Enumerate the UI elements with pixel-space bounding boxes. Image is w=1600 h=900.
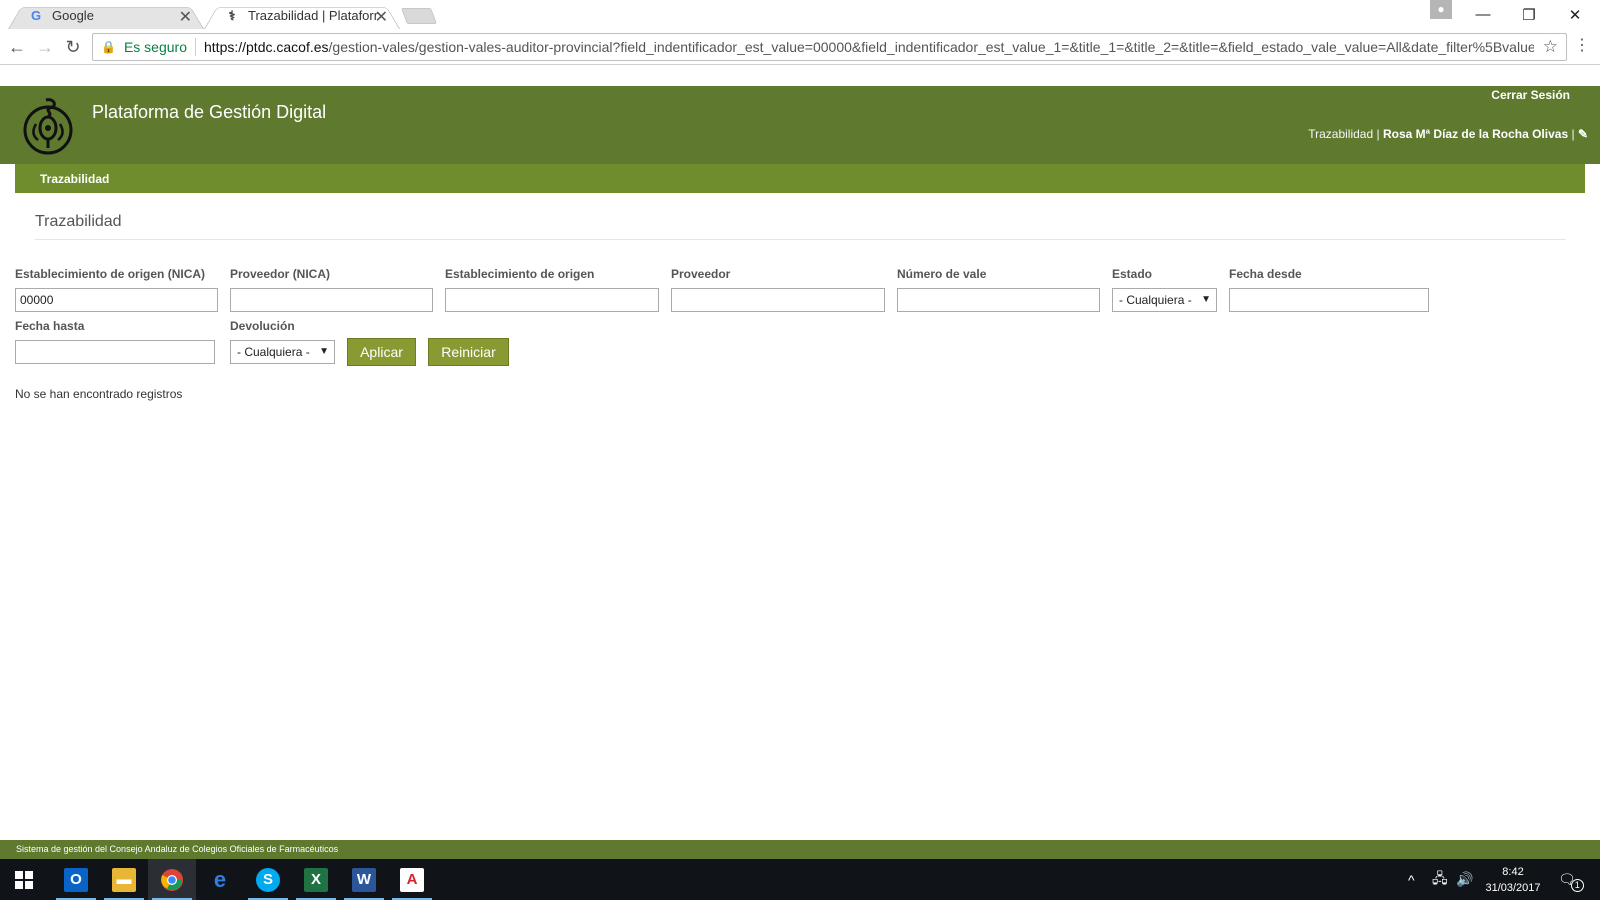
- browser-toolbar: ← → ↻ 🔒 Es seguro https://ptdc.cacof.es/…: [0, 29, 1600, 65]
- close-tab-icon[interactable]: ✕: [179, 7, 192, 27]
- proveedor-nica-input[interactable]: [230, 288, 433, 312]
- main-nav: Trazabilidad: [15, 164, 1585, 193]
- network-icon[interactable]: 🖧: [1432, 859, 1448, 900]
- label-proveedor-nica: Proveedor (NICA): [230, 267, 331, 281]
- close-window-button[interactable]: ✕: [1552, 0, 1598, 29]
- profile-icon[interactable]: ●: [1430, 0, 1452, 19]
- dropdown-caret-icon: ▼: [319, 346, 329, 357]
- word-icon: W: [352, 867, 376, 892]
- taskbar-word[interactable]: W: [340, 859, 388, 900]
- outlook-icon: O: [64, 867, 88, 892]
- label-numero-vale: Número de vale: [897, 267, 987, 281]
- windows-taskbar: O ▬ e S X W A ^ 🖧 🔊 8:42 31/03/2017 🗨 1: [0, 859, 1600, 900]
- apply-button[interactable]: Aplicar: [347, 338, 416, 366]
- divider: [35, 239, 1566, 240]
- taskbar-acrobat[interactable]: A: [388, 859, 436, 900]
- estado-select[interactable]: - Cualquiera - ▼: [1112, 288, 1217, 312]
- label-estado: Estado: [1112, 267, 1153, 281]
- establecimiento-nica-input[interactable]: 00000: [15, 288, 218, 312]
- footer-text: Sistema de gestión del Consejo Andaluz d…: [16, 844, 339, 854]
- label-establecimiento: Establecimiento de origen: [445, 267, 595, 281]
- notification-badge: 1: [1570, 879, 1584, 892]
- volume-icon[interactable]: 🔊: [1456, 859, 1473, 900]
- system-clock[interactable]: 8:42 31/03/2017: [1478, 864, 1548, 896]
- user-section-link[interactable]: Trazabilidad: [1308, 127, 1373, 141]
- show-hidden-icons-icon[interactable]: ^: [1408, 859, 1415, 900]
- label-establecimiento-nica: Establecimiento de origen (NICA): [15, 267, 206, 281]
- edge-icon: e: [213, 866, 227, 892]
- url-text[interactable]: https://ptdc.cacof.es/gestion-vales/gest…: [204, 39, 1534, 55]
- bookmark-star-icon[interactable]: ☆: [1543, 37, 1558, 57]
- logout-link[interactable]: Cerrar Sesión: [1491, 88, 1570, 102]
- user-name[interactable]: Rosa Mª Díaz de la Rocha Olivas: [1383, 127, 1568, 141]
- taskbar-chrome[interactable]: [148, 859, 196, 900]
- chrome-icon: [161, 868, 183, 891]
- numero-vale-input[interactable]: [897, 288, 1100, 312]
- label-proveedor: Proveedor: [671, 267, 731, 281]
- taskbar-skype[interactable]: S: [244, 859, 292, 900]
- secure-label: Es seguro: [123, 39, 187, 55]
- site-title[interactable]: Plataforma de Gestión Digital: [92, 102, 326, 123]
- back-button[interactable]: ←: [6, 36, 28, 58]
- lock-icon: 🔒: [101, 40, 116, 54]
- label-fecha-desde: Fecha desde: [1229, 267, 1302, 281]
- fecha-hasta-input[interactable]: [15, 340, 215, 364]
- nav-item-trazabilidad[interactable]: Trazabilidad: [40, 172, 109, 186]
- site-footer: Sistema de gestión del Consejo Andaluz d…: [0, 840, 1600, 859]
- devolucion-select[interactable]: - Cualquiera - ▼: [230, 340, 335, 364]
- skype-icon: S: [256, 867, 280, 892]
- restore-button[interactable]: ❐: [1506, 0, 1552, 29]
- start-button[interactable]: [0, 859, 48, 900]
- tab-trazabilidad[interactable]: ⚕ Trazabilidad | Plataforma ✕: [204, 2, 400, 29]
- proveedor-input[interactable]: [671, 288, 885, 312]
- tab-google[interactable]: G Google ✕: [8, 2, 204, 29]
- new-tab-button[interactable]: [401, 8, 437, 24]
- close-tab-icon[interactable]: ✕: [375, 7, 388, 27]
- page-title: Trazabilidad: [35, 213, 122, 230]
- label-devolucion: Devolución: [230, 319, 295, 333]
- label-fecha-hasta: Fecha hasta: [15, 319, 85, 333]
- pharmacy-logo-icon[interactable]: [20, 94, 76, 156]
- pharmacy-logo-icon: ⚕: [228, 7, 236, 23]
- folder-icon: ▬: [112, 867, 136, 892]
- taskbar-file-explorer[interactable]: ▬: [100, 859, 148, 900]
- acrobat-icon: A: [400, 867, 424, 892]
- google-g-icon: G: [30, 8, 42, 23]
- action-center-icon[interactable]: 🗨 1: [1558, 859, 1584, 900]
- dropdown-caret-icon: ▼: [1201, 294, 1211, 305]
- taskbar-edge[interactable]: e: [196, 859, 244, 900]
- taskbar-excel[interactable]: X: [292, 859, 340, 900]
- no-results-message: No se han encontrado registros: [15, 387, 183, 401]
- address-bar[interactable]: 🔒 Es seguro https://ptdc.cacof.es/gestio…: [92, 33, 1567, 61]
- excel-icon: X: [304, 867, 328, 892]
- site-header: Plataforma de Gestión Digital Cerrar Ses…: [0, 86, 1600, 164]
- forward-button[interactable]: →: [34, 36, 56, 58]
- establecimiento-input[interactable]: [445, 288, 659, 312]
- reload-button[interactable]: ↻: [62, 36, 84, 58]
- taskbar-outlook[interactable]: O: [52, 859, 100, 900]
- reset-button[interactable]: Reiniciar: [428, 338, 509, 366]
- browser-menu-icon[interactable]: ⋮: [1574, 35, 1590, 55]
- browser-tab-bar: G Google ✕ ⚕ Trazabilidad | Plataforma ✕…: [0, 0, 1600, 29]
- edit-profile-icon[interactable]: ✎: [1578, 127, 1588, 141]
- user-info: Trazabilidad | Rosa Mª Díaz de la Rocha …: [1308, 127, 1588, 141]
- fecha-desde-input[interactable]: [1229, 288, 1429, 312]
- minimize-button[interactable]: —: [1460, 0, 1506, 29]
- windows-logo-icon: [15, 870, 33, 889]
